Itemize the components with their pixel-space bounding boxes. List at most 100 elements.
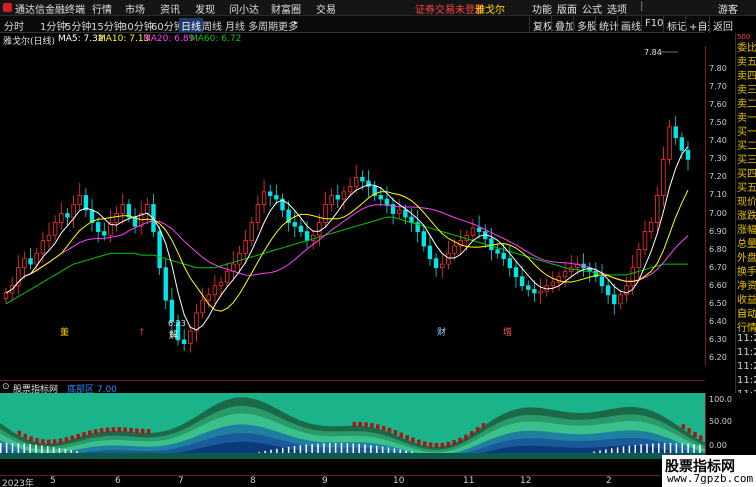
price-axis-tick: 6.50 [709,298,727,308]
side-panel-item[interactable]: 净资 [737,277,756,292]
indicator-cap-bar [141,428,145,434]
side-panel-item[interactable]: 11:29 [737,361,756,372]
date-axis-tick: 10 [393,476,405,486]
period-weekly[interactable]: 周线 [202,18,222,33]
low-price-annotation: 6.23 [168,319,186,328]
candle-body [181,339,187,344]
indicator-cap-bar [129,427,133,433]
period-5min[interactable]: 5分钟 [65,18,91,33]
indicator-volume-bar [5,443,8,453]
candle-body [267,191,273,196]
price-axis-tick: 6.40 [709,316,727,326]
indicator-volume-bar [364,444,366,453]
ma20-value: MA20: 6.89 [143,34,195,44]
period-monthly[interactable]: 月线 [225,18,245,33]
menu-item-news[interactable]: 资讯 [160,1,180,16]
side-panel-item[interactable]: 11:29 [737,347,756,358]
period-15min[interactable]: 15分钟 [91,18,124,33]
side-panel-item[interactable]: 委比 [737,39,756,54]
indicator-cap-bar [135,428,139,434]
side-panel-item[interactable]: 买二 [737,137,756,152]
side-panel-item[interactable]: 卖五 [737,53,756,68]
indicator-cap-bar [693,431,697,437]
candle-body [538,290,543,294]
side-panel-item[interactable]: 买三 [737,151,756,166]
menu-item-discover[interactable]: 发现 [195,1,215,16]
indicator-chart[interactable] [0,393,705,473]
menu-item-market-quote[interactable]: 行情 [92,1,112,16]
price-axis-tick: 7.30 [709,154,727,164]
indicator-cap-bar [52,439,57,445]
tool-draw[interactable]: 画线 [617,16,644,33]
candle-body [403,209,408,218]
tool-add-favorite[interactable]: +自选 [685,16,709,33]
indicator-cap-bar [699,435,703,441]
side-panel-item[interactable]: 卖四 [737,67,756,82]
indicator-cap-bar [99,428,104,434]
user-label[interactable]: 游客 [718,1,738,16]
indicator-volume-bar [276,448,278,453]
side-panel-item[interactable]: 卖一 [737,109,756,124]
menu-item-wealth[interactable]: 财富圈 [271,1,301,16]
indicator-gear-icon[interactable]: ⊙ [2,382,10,392]
date-axis: 2023年 5 6 7 8 9 10 11 12 2 [0,475,660,487]
kline-chart[interactable]: 7.84 6.23 董 ↑ 解 财 增 [0,46,705,366]
indicator-volume-bar [628,445,631,453]
candle-body [507,258,513,269]
side-panel-item[interactable]: 涨幅 [737,221,756,236]
candle-body [188,330,193,344]
candle-body [224,270,230,283]
side-panel-item[interactable]: 卖三 [737,81,756,96]
indicator-cap-bar [123,427,127,433]
side-panel-item[interactable]: 现价 [737,193,756,208]
indicator-cap-bar [446,441,450,447]
period-intraday[interactable]: 分时 [4,18,24,33]
side-panel-item[interactable]: 行情 [737,319,756,334]
indicator-cap-bar [428,442,433,448]
indicator-volume-bar [323,443,325,453]
menu-item-formula[interactable]: 公式 [582,1,602,16]
event-marker: 解 [169,329,178,341]
indicator-volume-bar [23,443,25,453]
indicator-volume-bar [64,448,67,453]
indicator-volume-bar [311,444,313,453]
side-panel-item[interactable]: 卖二 [737,95,756,110]
menu-item-trade[interactable]: 交易 [316,1,336,16]
side-panel-item[interactable]: 收益 [737,291,756,306]
side-panel-item[interactable]: 11:29 [737,333,756,344]
candle-body [612,294,617,305]
period-daily[interactable]: 日线 [179,18,203,33]
indicator-cap-bar [17,430,22,436]
candle-body [489,238,494,251]
side-panel-item[interactable]: 买一 [737,123,756,138]
indicator-volume-bar [652,443,654,453]
side-panel-item[interactable]: 换手 [737,263,756,278]
side-panel-item[interactable]: 总量 [737,235,756,250]
menu-item-ask[interactable]: 问小达 [229,1,259,16]
side-panel-item[interactable]: 11:29 [737,375,756,386]
side-panel-item[interactable]: 买五 [737,179,756,194]
indicator-volume-bar [287,446,290,453]
menu-item-market[interactable]: 市场 [125,1,145,16]
candle-body [526,285,531,290]
period-multi[interactable]: 多周期 [248,18,278,33]
menu-item-layout[interactable]: 版面 [557,1,577,16]
candle-body [65,213,70,218]
indicator-cap-bar [117,427,121,433]
candle-body [200,299,205,314]
side-panel-item[interactable]: 涨跌 [737,207,756,222]
side-panel-item[interactable]: 11:29 [737,389,756,393]
date-axis-tick: 2023年 [2,479,34,487]
chevron-down-icon[interactable]: ▸ [294,18,298,27]
period-30min[interactable]: 30分钟 [121,18,154,33]
period-1min[interactable]: 1分钟 [40,18,66,33]
side-panel-item[interactable]: 外盘 [737,249,756,264]
side-panel-item[interactable]: 买四 [737,165,756,180]
tool-back[interactable]: 返回 [709,16,736,33]
menu-item-function[interactable]: 功能 [532,1,552,16]
indicator-axis-tick: 100.0 [709,395,732,404]
candle-body [329,195,334,205]
side-panel-item[interactable]: 自动 [737,305,756,320]
menu-item-options[interactable]: 选项 [607,1,627,16]
price-axis-tick: 7.50 [709,118,727,128]
